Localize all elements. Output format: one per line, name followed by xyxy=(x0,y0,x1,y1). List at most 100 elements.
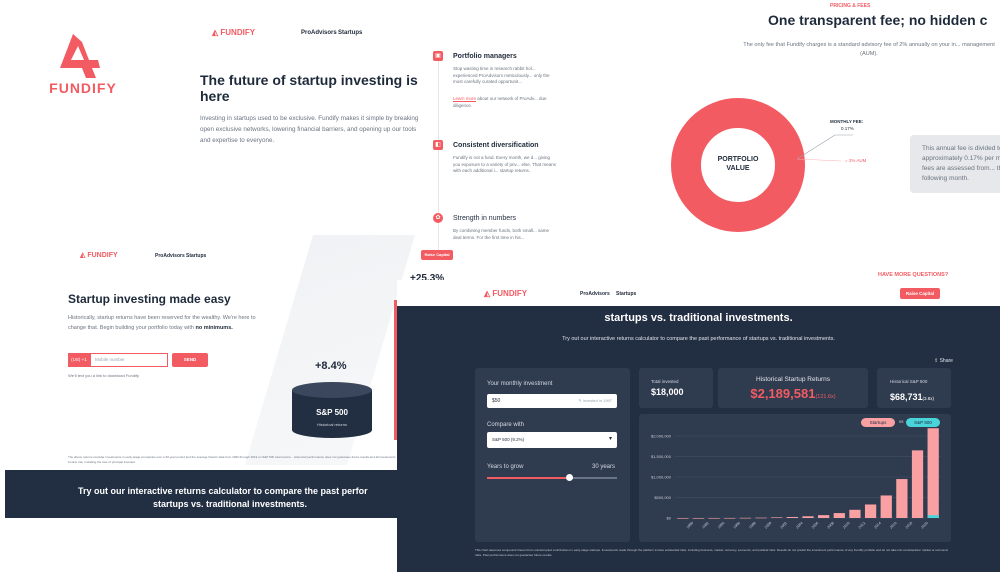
landing-nav-startups[interactable]: Startups xyxy=(186,253,206,259)
nav-logo[interactable]: ◭ FUNDIFY xyxy=(212,28,255,37)
sp-returns-multiple: (3.8x) xyxy=(922,396,935,401)
calc-nav-logo[interactable]: ◭ FUNDIFY xyxy=(484,289,527,298)
chart-x-tick-label: 2000 xyxy=(764,521,772,529)
chart-x-tick-label: 2004 xyxy=(795,521,803,529)
fee-note: This annual fee is divided to approximat… xyxy=(910,135,1000,193)
inputs-card: Your monthly investment $50 ✎ invested i… xyxy=(475,368,630,542)
monthly-fee-value: 0.17% xyxy=(841,126,854,131)
monthly-investment-hint-text: invested in 1997 xyxy=(582,398,612,403)
calc-nav-startups[interactable]: Startups xyxy=(616,291,636,297)
total-invested-value: $18,000 xyxy=(651,387,684,397)
startups-bar[interactable] xyxy=(786,516,798,518)
mobile-number-input[interactable]: Mobile number xyxy=(90,353,168,367)
chart-x-tick-label: 1994 xyxy=(717,521,725,529)
startups-bar[interactable] xyxy=(771,517,783,518)
years-to-grow-label: Years to grow xyxy=(487,464,524,470)
annual-fee-label: = 2% AUM xyxy=(845,158,867,163)
startups-bar[interactable] xyxy=(911,450,924,518)
country-code-select[interactable]: (US) +1 xyxy=(68,353,90,367)
chart-y-tick-label: $2,000,000 xyxy=(651,434,672,439)
hero-nav: ◭ FUNDIFY ProAdvisors Startups xyxy=(212,28,412,40)
calc-title: startups vs. traditional investments. xyxy=(604,312,793,324)
nav-link-proadvisors[interactable]: ProAdvisors xyxy=(301,30,337,36)
sp-cylinder: S&P 500 Historical returns xyxy=(292,382,372,442)
sp-return-pct: +8.4% xyxy=(315,360,347,372)
landing-logo-text: FUNDIFY xyxy=(87,252,118,259)
chart-x-tick-label: 2016 xyxy=(889,521,897,529)
landing-logo[interactable]: ◭ FUNDIFY xyxy=(80,251,118,259)
send-button[interactable]: SEND xyxy=(172,353,208,367)
startups-bar[interactable] xyxy=(927,428,939,518)
chart-x-tick-label: 2012 xyxy=(858,521,866,529)
sp-returns-card: Historical S&P 500 $68,731(3.8x) xyxy=(877,368,951,408)
sp-returns-value: $68,731 xyxy=(890,392,923,402)
landing-raise-capital-button[interactable]: Raise Capital xyxy=(421,250,453,260)
pencil-icon: ✎ xyxy=(578,398,582,403)
nav-link-startups[interactable]: Startups xyxy=(338,30,362,36)
startups-bar[interactable] xyxy=(724,517,736,519)
share-button[interactable]: ⇪ Share xyxy=(934,358,953,364)
startups-bar[interactable] xyxy=(802,516,814,518)
sp-cylinder-sub: Historical returns xyxy=(316,422,347,427)
chevron-down-icon: ▾ xyxy=(608,436,612,442)
startups-bar[interactable] xyxy=(708,517,720,519)
landing-banner: Try out our interactive returns calculat… xyxy=(5,470,397,518)
startup-returns-card: Historical Startup Returns $2,189,581(12… xyxy=(718,368,868,408)
sp500-bar[interactable] xyxy=(927,515,939,518)
calc-logo-text: FUNDIFY xyxy=(492,289,528,298)
startups-bar[interactable] xyxy=(880,495,892,518)
startups-bar[interactable] xyxy=(864,504,877,518)
sp-returns-value-row: $68,731(3.8x) xyxy=(890,387,934,405)
startups-bar[interactable] xyxy=(896,479,908,518)
fundify-logo-icon xyxy=(60,34,100,78)
feature-2-title: Consistent diversification xyxy=(453,142,539,149)
feature-3-title: Strength in numbers xyxy=(453,215,517,222)
strength-icon: ✿ xyxy=(433,213,443,223)
landing-logo-icon: ◭ xyxy=(80,252,86,259)
more-questions-link[interactable]: HAVE MORE QUESTIONS? xyxy=(878,272,948,278)
calc-title-partial: Try out our interactive returns calculat… xyxy=(525,300,892,307)
diversification-icon: ◧ xyxy=(433,140,443,150)
chart-x-tick-label: 2008 xyxy=(827,521,835,529)
feature-3-body: By combining member funds, both small...… xyxy=(453,228,550,240)
compare-with-select[interactable]: S&P 500 (9.2%) ▾ xyxy=(487,432,617,448)
chart-x-tick-label: 2006 xyxy=(811,521,819,529)
chart-y-tick-label: $0 xyxy=(667,516,672,521)
sp-cylinder-top xyxy=(292,382,372,398)
download-note: We'll text you a link to download Fundif… xyxy=(68,373,139,378)
chart-y-tick-label: $500,000 xyxy=(654,495,671,500)
chart-x-tick-label: 1998 xyxy=(748,521,756,529)
big-logo-text: FUNDIFY xyxy=(49,80,117,96)
years-slider-handle[interactable] xyxy=(565,474,573,481)
feature-1-body: Stop wasting time in research rabbit hol… xyxy=(453,66,550,84)
hero-body: Investing in startups used to be exclusi… xyxy=(200,115,419,144)
feature-1-link-row: Learn more about our network of ProAdv..… xyxy=(453,96,557,109)
chart-y-tick-label: $1,000,000 xyxy=(651,475,672,480)
chart-x-tick-label: 2010 xyxy=(842,521,850,529)
startups-bar[interactable] xyxy=(739,517,752,519)
startup-returns-label: Historical Startup Returns xyxy=(755,376,831,383)
landing-banner-line-2: startups vs. traditional investments. xyxy=(152,499,308,509)
startups-bar[interactable] xyxy=(833,513,845,518)
monthly-investment-input[interactable]: $50 ✎ invested in 1997 xyxy=(487,394,617,408)
landing-title: Startup investing made easy xyxy=(68,292,231,306)
total-invested-card: Total invested $18,000 xyxy=(639,368,713,408)
startups-bar[interactable] xyxy=(849,509,861,518)
pricing-desc: The only fee that Fundify charges is a s… xyxy=(743,42,995,57)
landing-body: Historically, startup returns have been … xyxy=(68,313,258,333)
startups-bar[interactable] xyxy=(692,518,705,519)
startups-bar[interactable] xyxy=(677,518,689,519)
calc-subtitle: Try out our interactive returns calculat… xyxy=(562,336,835,342)
feature-1-learn-more-link[interactable]: Learn more xyxy=(453,96,476,101)
startups-bar[interactable] xyxy=(818,515,830,518)
landing-nav-proadvisors[interactable]: ProAdvisors xyxy=(155,253,185,259)
returns-bar-chart: $2,000,000 $1,500,000 $1,000,000 $500,000 $0… xyxy=(651,428,941,530)
logo-mark-icon: ◭ xyxy=(212,28,219,37)
raise-capital-button[interactable]: Raise Capital xyxy=(900,288,940,299)
years-slider-track[interactable] xyxy=(487,474,617,481)
calc-nav-proadvisors[interactable]: ProAdvisors xyxy=(580,291,610,297)
share-icon: ⇪ xyxy=(934,358,939,364)
chart-x-tick-label: 1992 xyxy=(701,521,709,529)
landing-nav: ◭ FUNDIFY ProAdvisors Startups xyxy=(80,251,450,263)
startups-bar[interactable] xyxy=(755,517,767,519)
